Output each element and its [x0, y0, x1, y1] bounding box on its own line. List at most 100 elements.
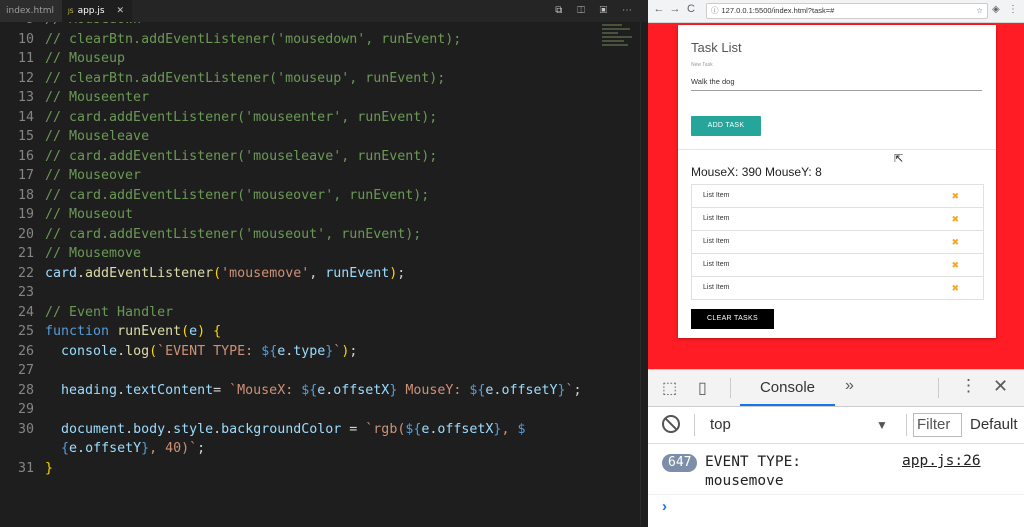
code-line[interactable]: // card.addEventListener('mouseenter', r…	[45, 110, 437, 125]
close-icon[interactable]: ✕	[116, 0, 124, 22]
code-token: =	[341, 421, 366, 437]
minimap[interactable]	[602, 22, 636, 58]
menu-icon[interactable]: ⋮	[1008, 4, 1018, 15]
code-token: card	[45, 265, 78, 281]
code-line[interactable]: // card.addEventListener('mouseout', run…	[45, 227, 421, 242]
code-token: $	[517, 421, 526, 437]
code-token: // Mouseout	[45, 207, 134, 222]
code-line[interactable]: function runEvent(e) {	[45, 324, 221, 339]
reload-icon[interactable]: C	[684, 3, 698, 15]
code-token: ;	[349, 343, 358, 359]
code-token: (	[213, 265, 222, 281]
code-line[interactable]: // clearBtn.addEventListener('mousedown'…	[45, 32, 461, 47]
info-icon[interactable]: ⓘ	[711, 6, 719, 15]
more-tabs-icon[interactable]: »	[845, 377, 854, 395]
code-line[interactable]: // Mouseenter	[45, 90, 149, 105]
line-number: 27	[17, 363, 34, 378]
log-levels-dropdown[interactable]: Default	[970, 407, 1018, 443]
code-token: )	[197, 324, 206, 339]
dropdown-arrow-icon[interactable]: ▼	[876, 407, 888, 443]
delete-icon[interactable]: ✖	[951, 254, 959, 276]
delete-icon[interactable]: ✖	[951, 231, 959, 253]
delete-icon[interactable]: ✖	[951, 277, 959, 299]
code-token: // Mousemove	[45, 246, 142, 261]
browser-toolbar: ← → C ⓘ 127.0.0.1:5500/index.html?task=# …	[648, 0, 1024, 23]
code-token: e	[189, 324, 198, 339]
code-line[interactable]: // Mousemove	[45, 246, 141, 261]
line-number: 25	[17, 324, 34, 339]
code-token: `EVENT TYPE:	[157, 343, 262, 359]
code-token: (	[181, 324, 190, 339]
editor-actions-icons[interactable]: ⧉ ◫ ▣ ⋯	[555, 5, 638, 16]
devtools-panel: ⬚ ▯ Console » ⋮ ✕ top ▼ Filter Default 6…	[648, 369, 1024, 527]
code-token: console	[61, 343, 118, 359]
list-item-label: List Item	[703, 192, 730, 199]
code-line[interactable]: // card.addEventListener('mouseleave', r…	[45, 149, 437, 164]
code-line[interactable]: card.addEventListener('mousemove', runEv…	[45, 266, 405, 281]
code-token: // card.addEventListener('mouseleave', r…	[45, 148, 438, 164]
back-icon[interactable]: ←	[652, 3, 666, 15]
code-line[interactable]: }	[45, 461, 53, 476]
code-token: type	[293, 343, 326, 359]
code-token: textContent	[125, 382, 214, 398]
address-bar[interactable]: ⓘ 127.0.0.1:5500/index.html?task=# ☆	[706, 3, 988, 19]
code-token: offsetX	[437, 421, 494, 437]
line-number: 29	[17, 402, 34, 417]
inspect-element-icon[interactable]: ⬚	[662, 378, 677, 398]
delete-icon[interactable]: ✖	[951, 185, 959, 207]
close-icon[interactable]: ✕	[993, 376, 1008, 397]
tab-console[interactable]: Console	[740, 370, 835, 406]
code-token: {	[213, 324, 222, 339]
code-token: (	[149, 343, 158, 359]
code-line[interactable]: // Mouseleave	[45, 129, 149, 144]
clear-tasks-button[interactable]: CLEAR TASKS	[691, 309, 774, 329]
line-number: 10	[17, 31, 34, 47]
delete-icon[interactable]: ✖	[951, 208, 959, 230]
new-task-label: New Task	[691, 62, 713, 68]
code-line[interactable]: console.log(`EVENT TYPE: ${e.type}`);	[45, 344, 357, 359]
code-line[interactable]: // Mouseover	[45, 168, 141, 183]
console-prompt-icon[interactable]: ›	[662, 498, 667, 515]
add-task-button[interactable]: ADD TASK	[691, 116, 761, 136]
list-item-label: List Item	[703, 284, 730, 291]
code-token: ;	[397, 265, 406, 281]
filter-input[interactable]: Filter	[913, 413, 962, 437]
list-item-label: List Item	[703, 215, 730, 222]
line-number: 22	[17, 265, 34, 281]
line-number: 20	[17, 226, 34, 242]
code-editor[interactable]: 9// Mousedown10// clearBtn.addEventListe…	[0, 0, 648, 526]
star-icon[interactable]: ☆	[976, 4, 983, 18]
kebab-menu-icon[interactable]: ⋮	[960, 376, 977, 396]
code-token: body	[133, 421, 166, 437]
url-text: 127.0.0.1:5500/index.html?task=#	[721, 6, 835, 15]
code-line[interactable]: heading.textContent= `MouseX: ${e.offset…	[45, 383, 582, 398]
tab-label: index.html	[6, 6, 54, 16]
extension-icon[interactable]: ◈	[992, 4, 1000, 15]
code-line[interactable]: {e.offsetY}, 40)`;	[45, 441, 205, 456]
code-token: log	[125, 343, 150, 359]
code-line[interactable]: // Event Handler	[45, 305, 173, 320]
code-line[interactable]: // Mouseout	[45, 207, 133, 222]
task-card[interactable]: Task List New Task ADD TASK MouseX: 390 …	[678, 25, 996, 338]
code-token: `rgb(	[365, 421, 406, 437]
code-token: // clearBtn.addEventListener('mouseup', …	[45, 70, 446, 86]
code-line[interactable]: // Mouseup	[45, 51, 125, 66]
code-line[interactable]: document.body.style.backgroundColor = `r…	[45, 422, 525, 437]
log-source-link[interactable]: app.js:26	[902, 453, 981, 469]
line-number: 23	[17, 285, 34, 300]
line-number: 16	[17, 148, 34, 164]
code-token: .	[165, 421, 174, 437]
tab-index-html[interactable]: index.html	[0, 0, 64, 22]
context-selector[interactable]: top	[710, 407, 731, 443]
code-line[interactable]: // card.addEventListener('mouseover', ru…	[45, 188, 429, 203]
device-toolbar-icon[interactable]: ▯	[698, 378, 707, 398]
clear-console-icon[interactable]	[662, 415, 680, 433]
code-line[interactable]: // clearBtn.addEventListener('mouseup', …	[45, 71, 445, 86]
editor-scrollbar[interactable]	[640, 22, 648, 526]
new-task-input[interactable]	[691, 72, 982, 91]
forward-icon[interactable]: →	[668, 3, 682, 15]
line-number: 19	[17, 207, 34, 222]
tab-app-js[interactable]: JS app.js ✕	[62, 0, 132, 22]
code-token: .	[77, 265, 86, 281]
